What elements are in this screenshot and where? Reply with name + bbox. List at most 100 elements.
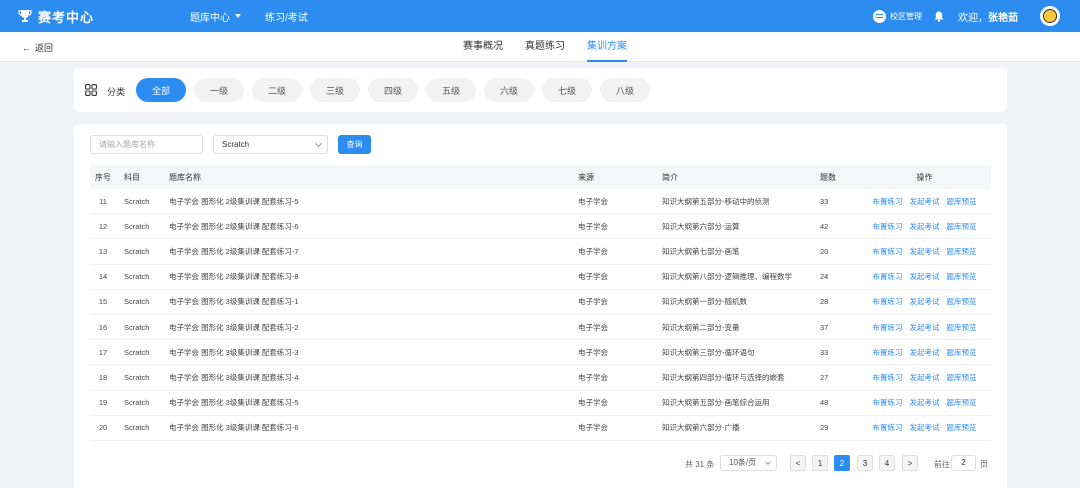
cell-ops: 布置练习 发起考试 题库预览 — [858, 221, 991, 232]
trophy-icon — [18, 10, 32, 22]
cell-ops: 布置练习 发起考试 题库预览 — [858, 271, 991, 282]
cell-count: 24 — [820, 272, 829, 282]
cell-no: 16 — [98, 322, 108, 332]
assign-practice-link[interactable]: 布置练习 — [873, 372, 903, 383]
assign-practice-link[interactable]: 布置练习 — [873, 422, 903, 433]
category-level2-button[interactable]: 二级 — [252, 78, 302, 102]
category-level3-button[interactable]: 三级 — [310, 78, 360, 102]
cell-ops: 布置练习 发起考试 题库预览 — [858, 422, 991, 433]
assign-practice-link[interactable]: 布置练习 — [873, 322, 903, 333]
chevron-down-icon — [765, 459, 771, 465]
category-level8-button[interactable]: 八级 — [600, 78, 650, 102]
pagination: 共 31 条 10条/页 < 1 2 3 4 > 前往 2 页 — [74, 455, 1007, 471]
assign-practice-link[interactable]: 布置练习 — [873, 246, 903, 257]
start-exam-link[interactable]: 发起考试 — [910, 397, 940, 408]
cell-source: 电子学会 — [578, 423, 608, 433]
category-level6-button[interactable]: 六级 — [484, 78, 534, 102]
category-level1-button[interactable]: 一级 — [194, 78, 244, 102]
table-row: 15 Scratch 电子学会 图形化 3级集训课 配套练习-1 电子学会 知识大纲第一… — [90, 290, 991, 315]
cell-count: 33 — [820, 347, 829, 357]
start-exam-link[interactable]: 发起考试 — [910, 196, 940, 207]
prev-page-button[interactable]: < — [790, 455, 806, 471]
subject-select-value: Scratch — [222, 140, 250, 149]
page-4-button[interactable]: 4 — [879, 455, 895, 471]
start-exam-link[interactable]: 发起考试 — [910, 221, 940, 232]
header-subject: 科目 — [124, 172, 140, 182]
assign-practice-link[interactable]: 布置练习 — [873, 271, 903, 282]
preview-bank-link[interactable]: 题库预览 — [947, 347, 977, 358]
assign-practice-link[interactable]: 布置练习 — [873, 397, 903, 408]
cell-source: 电子学会 — [578, 221, 608, 231]
preview-bank-link[interactable]: 题库预览 — [947, 196, 977, 207]
cell-name: 电子学会 图形化 2级集训课 配套练习-5 — [169, 196, 299, 206]
question-bank-table: 序号 科目 题库名称 来源 简介 题数 操作 11 Scratch 电子学会 图形化… — [90, 165, 991, 441]
brand[interactable]: 赛考中心 — [18, 0, 94, 32]
preview-bank-link[interactable]: 题库预览 — [947, 296, 977, 307]
table-body: 11 Scratch 电子学会 图形化 2级集训课 配套练习-5 电子学会 知识大纲第五… — [90, 189, 991, 441]
cell-ops: 布置练习 发起考试 题库预览 — [858, 246, 991, 257]
cell-source: 电子学会 — [578, 398, 608, 408]
page-1-button[interactable]: 1 — [812, 455, 828, 471]
start-exam-link[interactable]: 发起考试 — [910, 372, 940, 383]
category-level5-button[interactable]: 五级 — [426, 78, 476, 102]
assign-practice-link[interactable]: 布置练习 — [873, 347, 903, 358]
cell-count: 42 — [820, 221, 829, 231]
page-3-button[interactable]: 3 — [857, 455, 873, 471]
preview-bank-link[interactable]: 题库预览 — [947, 397, 977, 408]
search-input[interactable]: 请输入题库名称 — [90, 135, 203, 154]
preview-bank-link[interactable]: 题库预览 — [947, 271, 977, 282]
table-row: 12 Scratch 电子学会 图形化 2级集训课 配套练习-6 电子学会 知识大纲第六… — [90, 214, 991, 240]
next-page-button[interactable]: > — [902, 455, 918, 471]
start-exam-link[interactable]: 发起考试 — [910, 296, 940, 307]
cell-no: 19 — [98, 398, 108, 408]
tab-past-papers[interactable]: 真题练习 — [525, 32, 565, 62]
cell-subject: Scratch — [124, 272, 150, 282]
cell-subject: Scratch — [124, 297, 150, 307]
preview-bank-link[interactable]: 题库预览 — [947, 322, 977, 333]
nav-item-practice-exam[interactable]: 练习/考试 — [265, 9, 308, 24]
jump-suffix: 页 — [980, 460, 988, 469]
page-size-select[interactable]: 10条/页 — [720, 455, 777, 471]
sub-navbar: ← 返回 赛事概况 真题练习 集训方案 — [0, 32, 1080, 62]
assign-practice-link[interactable]: 布置练习 — [873, 221, 903, 232]
subject-select[interactable]: Scratch — [213, 135, 328, 154]
table-row: 14 Scratch 电子学会 图形化 2级集训课 配套练习-8 电子学会 知识大纲第八… — [90, 265, 991, 290]
start-exam-link[interactable]: 发起考试 — [910, 347, 940, 358]
start-exam-link[interactable]: 发起考试 — [910, 422, 940, 433]
main-nav: 题库中心 练习/考试 — [190, 0, 308, 32]
cell-no: 20 — [98, 423, 108, 433]
cell-intro: 知识大纲第五部分-移动中的侦测 — [662, 196, 770, 206]
cell-name: 电子学会 图形化 3级集训课 配套练习-5 — [169, 398, 299, 408]
nav-item-question-bank[interactable]: 题库中心 — [190, 9, 241, 24]
category-level4-button[interactable]: 四级 — [368, 78, 418, 102]
preview-bank-link[interactable]: 题库预览 — [947, 246, 977, 257]
table-row: 17 Scratch 电子学会 图形化 3级集训课 配套练习-3 电子学会 知识大纲第三… — [90, 340, 991, 366]
preview-bank-link[interactable]: 题库预览 — [947, 221, 977, 232]
campus-management-button[interactable]: 校区管理 — [873, 9, 922, 23]
back-button[interactable]: ← 返回 — [22, 41, 53, 54]
cell-subject: Scratch — [124, 347, 150, 357]
page-2-button[interactable]: 2 — [834, 455, 850, 471]
tab-overview[interactable]: 赛事概况 — [463, 32, 503, 62]
preview-bank-link[interactable]: 题库预览 — [947, 422, 977, 433]
assign-practice-link[interactable]: 布置练习 — [873, 196, 903, 207]
start-exam-link[interactable]: 发起考试 — [910, 322, 940, 333]
category-all-button[interactable]: 全部 — [136, 78, 186, 102]
start-exam-link[interactable]: 发起考试 — [910, 271, 940, 282]
bell-icon[interactable] — [934, 11, 944, 22]
assign-practice-link[interactable]: 布置练习 — [873, 296, 903, 307]
query-button[interactable]: 查询 — [338, 135, 371, 154]
jump-page-input[interactable]: 2 — [951, 455, 976, 471]
category-grid-icon — [85, 84, 97, 96]
avatar[interactable] — [1040, 6, 1060, 26]
preview-bank-link[interactable]: 题库预览 — [947, 372, 977, 383]
cell-intro: 知识大纲第六部分-运算 — [662, 221, 740, 231]
cell-no: 14 — [98, 272, 108, 282]
tab-training-plan[interactable]: 集训方案 — [587, 32, 627, 62]
cell-subject: Scratch — [124, 246, 150, 256]
cell-intro: 知识大纲第六部分-广播 — [662, 423, 740, 433]
category-level7-button[interactable]: 七级 — [542, 78, 592, 102]
table-header: 序号 科目 题库名称 来源 简介 题数 操作 — [90, 165, 991, 189]
category-filter: 分类 全部 一级 二级 三级 四级 五级 六级 七级 八级 — [74, 68, 1007, 112]
start-exam-link[interactable]: 发起考试 — [910, 246, 940, 257]
